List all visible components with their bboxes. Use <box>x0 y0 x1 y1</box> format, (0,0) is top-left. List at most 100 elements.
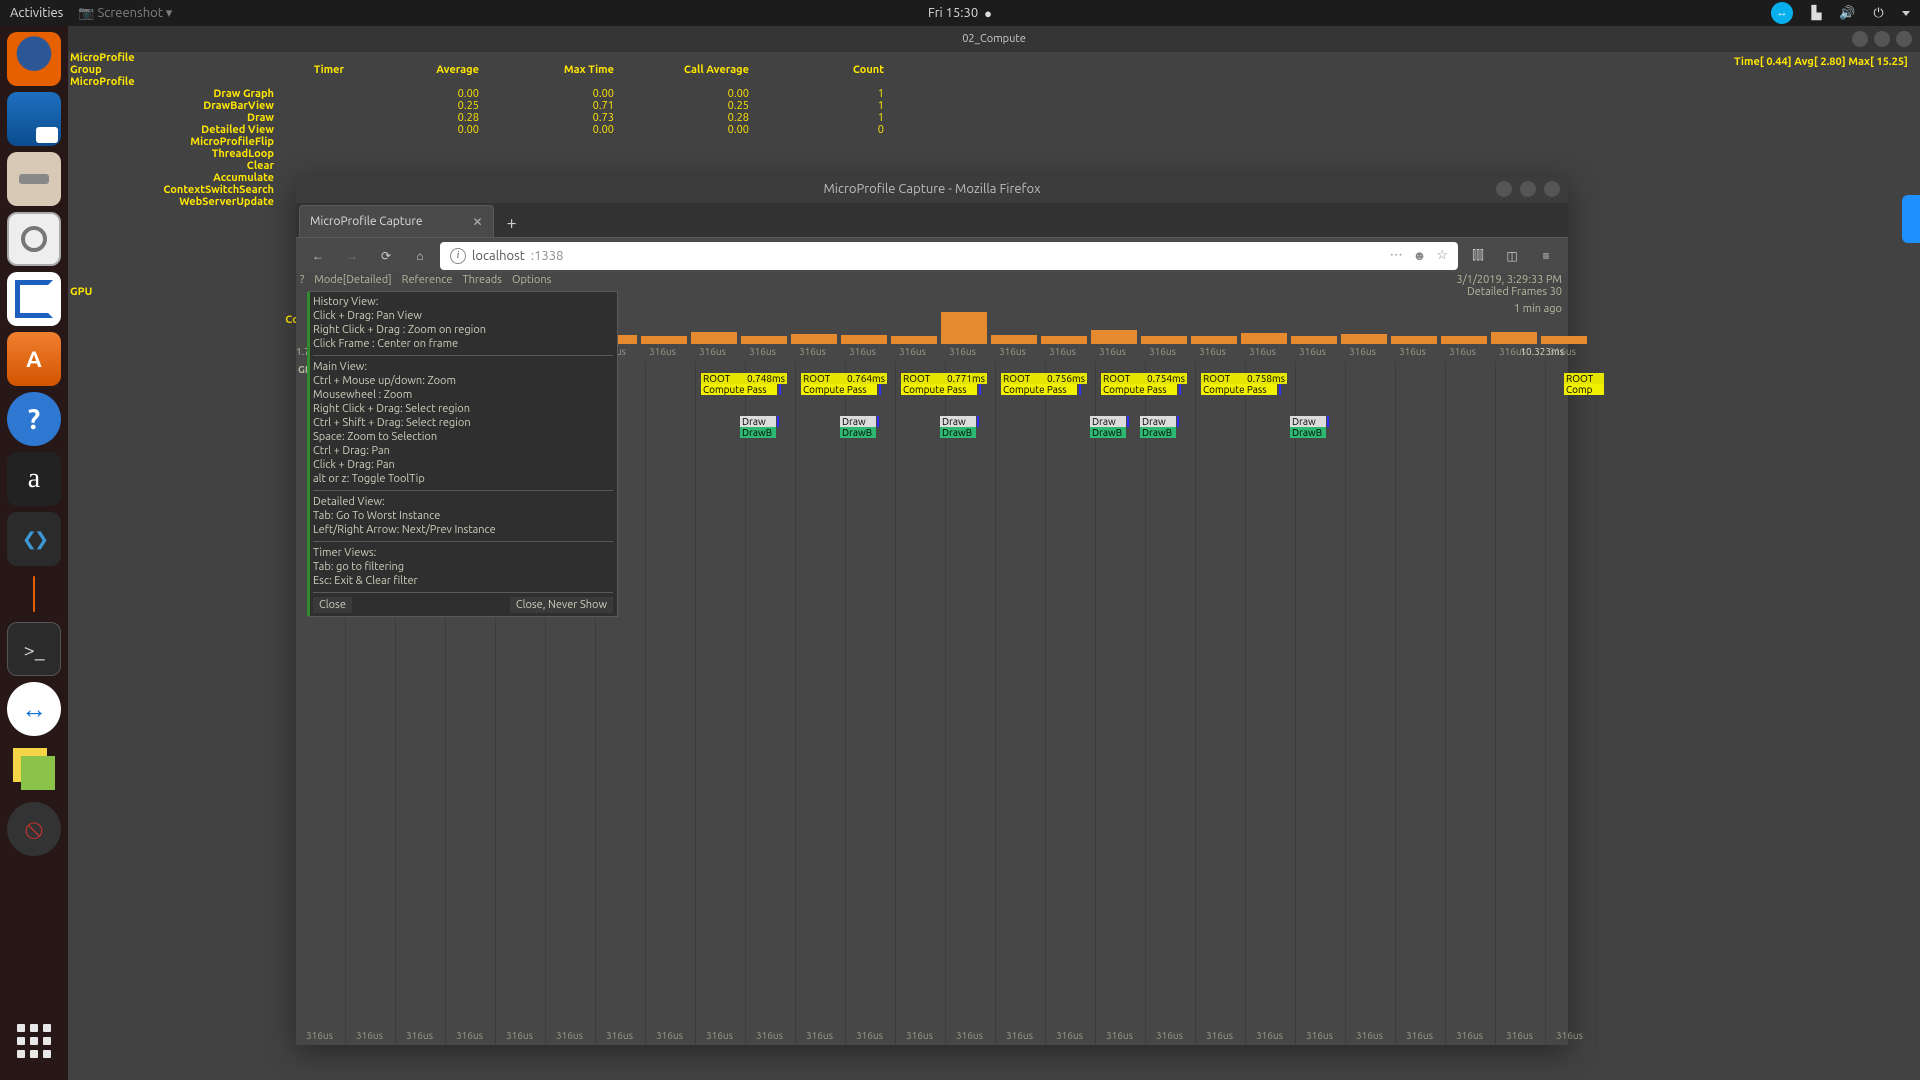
menu-reference[interactable]: Reference <box>402 274 453 287</box>
seg-compute-pass[interactable]: Compute Pass <box>801 384 877 395</box>
dock-error-icon[interactable] <box>7 802 61 856</box>
seg-root[interactable]: ROOT0.756ms <box>1001 373 1087 384</box>
power-icon[interactable]: ⏻ <box>1871 6 1886 21</box>
seg-draw[interactable]: Draw <box>940 416 976 427</box>
seg-compute-pass[interactable]: Compute Pass <box>1101 384 1177 395</box>
history-bar[interactable] <box>991 335 1037 344</box>
bg-max-icon[interactable] <box>1874 31 1890 47</box>
tooltip-never-show-button[interactable]: Close, Never Show <box>510 597 613 613</box>
seg-draw[interactable]: Draw <box>1090 416 1126 427</box>
seg-root[interactable]: ROOT0.758ms <box>1201 373 1287 384</box>
history-bar[interactable] <box>941 312 987 344</box>
seg-drawb[interactable]: DrawB <box>840 427 876 438</box>
seg-drawb[interactable]: DrawB <box>1090 427 1126 438</box>
tab-close-icon[interactable]: ✕ <box>473 215 483 229</box>
dock-disk-icon[interactable] <box>7 212 61 266</box>
frame-lane[interactable] <box>1246 361 1296 1045</box>
new-tab-button[interactable]: + <box>498 209 526 237</box>
frame-lane[interactable] <box>1296 361 1346 1045</box>
ff-titlebar[interactable]: MicroProfile Capture - Mozilla Firefox <box>296 175 1568 203</box>
frame-lane[interactable] <box>1196 361 1246 1045</box>
right-side-tab[interactable] <box>1902 195 1920 243</box>
menu-mode[interactable]: Mode[Detailed] <box>314 274 391 287</box>
history-bar[interactable] <box>1091 330 1137 344</box>
seg-draw[interactable]: Draw <box>740 416 776 427</box>
bg-min-icon[interactable] <box>1852 31 1868 47</box>
bookmark-star-icon[interactable]: ☆ <box>1436 248 1448 263</box>
history-bar[interactable] <box>791 334 837 344</box>
seg-root[interactable]: ROOT0.748ms <box>701 373 787 384</box>
app-menu-screenshot[interactable]: 📷 Screenshot ▾ <box>78 6 172 21</box>
menu-threads[interactable]: Threads <box>462 274 502 287</box>
seg-root[interactable]: ROOT0.754ms <box>1101 373 1187 384</box>
frame-lane[interactable] <box>1146 361 1196 1045</box>
page-action-icon[interactable]: ⋯ <box>1390 248 1403 263</box>
history-bar[interactable] <box>1391 336 1437 344</box>
seg-draw[interactable]: Draw <box>1290 416 1326 427</box>
reader-icon[interactable]: ☻ <box>1413 248 1427 263</box>
frame-lane[interactable] <box>1446 361 1496 1045</box>
history-bar[interactable] <box>1291 336 1337 344</box>
seg-drawb[interactable]: DrawB <box>1290 427 1326 438</box>
volume-icon[interactable]: 🔊 <box>1840 6 1855 21</box>
ff-tab-active[interactable]: MicroProfile Capture ✕ <box>299 205 494 237</box>
ff-max-icon[interactable] <box>1520 181 1536 197</box>
history-bar[interactable] <box>641 336 687 344</box>
seg-drawb[interactable]: DrawB <box>740 427 776 438</box>
history-bar[interactable] <box>1191 336 1237 344</box>
history-bar[interactable] <box>1541 336 1587 344</box>
clock[interactable]: Fri 15:30 ● <box>928 6 992 21</box>
frame-lane[interactable] <box>896 361 946 1045</box>
dock-teamviewer-icon[interactable] <box>7 682 61 736</box>
nav-back-button[interactable]: ← <box>304 242 332 270</box>
seg-root[interactable]: ROOT0.764ms <box>801 373 887 384</box>
sidebar-icon[interactable]: ◫ <box>1498 242 1526 270</box>
show-applications-button[interactable] <box>7 1014 61 1068</box>
history-bar[interactable] <box>1241 333 1287 344</box>
frame-lane[interactable] <box>996 361 1046 1045</box>
dock-ubuntu-software-icon[interactable] <box>7 332 61 386</box>
history-bar[interactable] <box>1041 336 1087 344</box>
frame-lane[interactable] <box>696 361 746 1045</box>
seg-drawb[interactable]: DrawB <box>1140 427 1176 438</box>
url-bar[interactable]: i localhost:1338 ⋯ ☻ ☆ <box>440 242 1458 270</box>
menu-help[interactable]: ? <box>300 274 304 287</box>
teamviewer-indicator-icon[interactable]: ↔ <box>1771 2 1793 24</box>
seg-compute-pass[interactable]: Compute Pass <box>1201 384 1277 395</box>
history-bar[interactable] <box>891 336 937 344</box>
tooltip-close-button[interactable]: Close <box>313 597 352 613</box>
frame-lane[interactable] <box>746 361 796 1045</box>
seg-compute-pass[interactable]: Compute Pass <box>701 384 777 395</box>
network-icon[interactable]: ▙ <box>1809 6 1824 21</box>
frame-lane[interactable] <box>1396 361 1446 1045</box>
seg-root[interactable]: ROOT0.771ms <box>901 373 987 384</box>
dock-files-icon[interactable] <box>7 152 61 206</box>
dock-help-icon[interactable] <box>7 392 61 446</box>
frame-lane[interactable] <box>1046 361 1096 1045</box>
history-bar[interactable] <box>741 336 787 344</box>
seg-draw[interactable]: Draw <box>840 416 876 427</box>
ff-close-icon[interactable] <box>1544 181 1560 197</box>
dock-libreoffice-writer-icon[interactable] <box>7 272 61 326</box>
history-bar[interactable] <box>1341 334 1387 344</box>
dock-notes-icon[interactable] <box>7 742 61 796</box>
history-bar[interactable] <box>1141 336 1187 344</box>
frame-lane[interactable] <box>1346 361 1396 1045</box>
frame-lane[interactable] <box>1096 361 1146 1045</box>
bg-titlebar[interactable]: 02_Compute <box>68 26 1920 52</box>
dock-vscode-icon[interactable] <box>7 512 61 566</box>
seg-compute-pass[interactable]: Compute Pass <box>1001 384 1077 395</box>
seg-draw[interactable]: Draw <box>1140 416 1176 427</box>
history-bar[interactable] <box>841 335 887 344</box>
nav-home-button[interactable]: ⌂ <box>406 242 434 270</box>
library-icon[interactable]: ⫿⫿⫿ <box>1464 242 1492 270</box>
frame-lane[interactable] <box>1496 361 1546 1045</box>
seg-compute-pass[interactable]: Compute Pass <box>901 384 977 395</box>
bg-close-icon[interactable] <box>1896 31 1912 47</box>
activities-button[interactable]: Activities <box>10 6 63 21</box>
hamburger-menu-icon[interactable]: ≡ <box>1532 242 1560 270</box>
dock-terminal-icon[interactable] <box>7 622 61 676</box>
system-menu-chevron-icon[interactable] <box>1902 11 1910 16</box>
dock-firefox-icon[interactable] <box>7 32 61 86</box>
frame-lane[interactable] <box>1546 361 1596 1045</box>
